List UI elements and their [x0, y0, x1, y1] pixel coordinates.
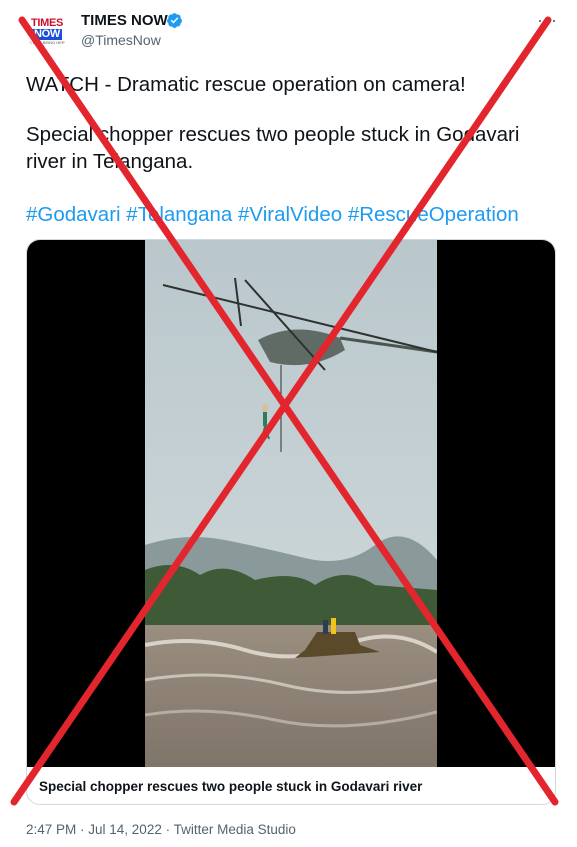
avatar-logo-line1: TIMES — [30, 16, 64, 29]
hashtag-link[interactable]: #ViralVideo — [238, 203, 342, 226]
tweet-text-line: WATCH - Dramatic rescue operation on cam… — [26, 73, 466, 96]
author-name[interactable]: TIMES NOW — [81, 12, 168, 29]
tweet-text-line: river in Telangana. — [26, 150, 194, 173]
hashtag-list: #Godavari #Telangana #ViralVideo #Rescue… — [26, 201, 519, 228]
video-frame-rescue-scene — [145, 240, 437, 767]
media-caption: Special chopper rescues two people stuck… — [39, 779, 423, 794]
avatar-logo-tagline: ACTION BEING HERE — [26, 39, 68, 45]
tweet-text-line: Special chopper rescues two people stuck… — [26, 123, 520, 146]
tweet-timestamp[interactable]: 2:47 PM · Jul 14, 2022 · Twitter Media S… — [26, 822, 296, 837]
media-card[interactable]: Special chopper rescues two people stuck… — [26, 239, 556, 805]
hashtag-link[interactable]: #RescueOperation — [348, 203, 519, 226]
more-options-button[interactable]: ··· — [537, 10, 558, 31]
avatar-logo-line2: NOW — [32, 27, 62, 40]
hashtag-link[interactable]: #Telangana — [126, 203, 232, 226]
avatar[interactable]: TIMES NOW ACTION BEING HERE — [26, 10, 68, 52]
video-player[interactable] — [27, 240, 555, 767]
author-handle[interactable]: @TimesNow — [81, 32, 161, 48]
hashtag-link[interactable]: #Godavari — [26, 203, 121, 226]
verified-badge-icon — [167, 13, 182, 28]
